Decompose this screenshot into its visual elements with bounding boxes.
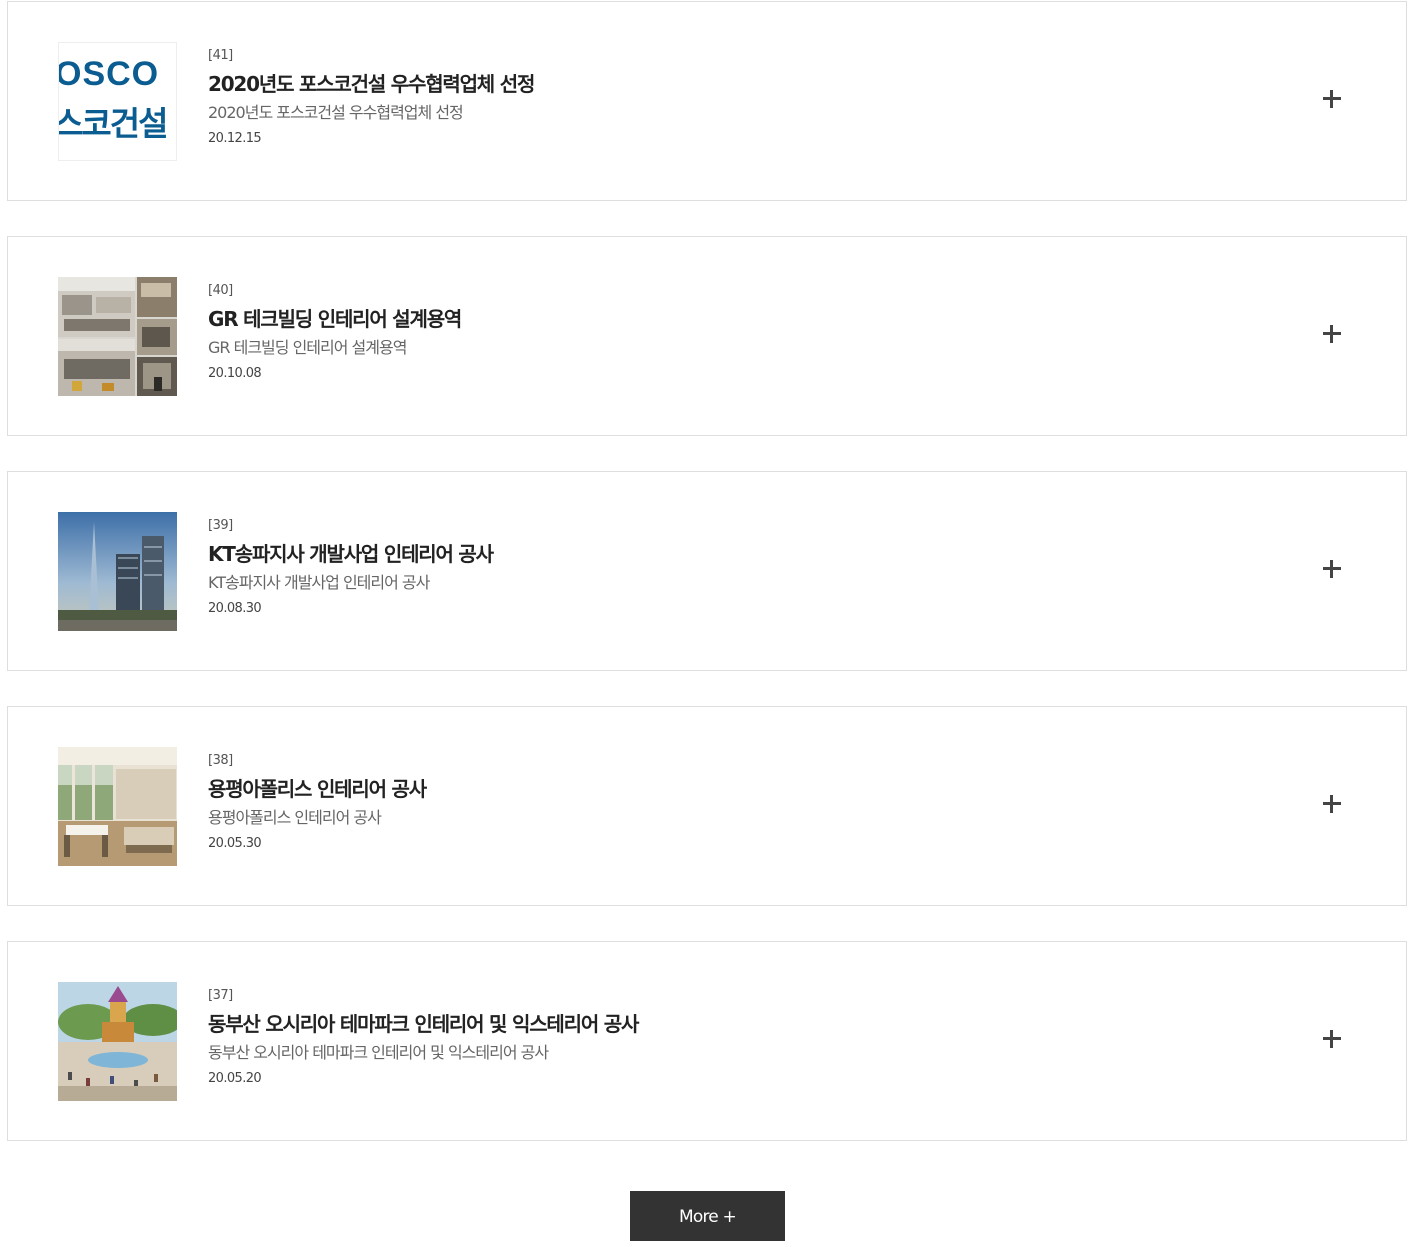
project-text: [40] GR 테크빌딩 인테리어 설계용역 GR 테크빌딩 인테리어 설계용역… xyxy=(208,282,1208,383)
project-subtitle: KT송파지사 개발사업 인테리어 공사 xyxy=(208,573,430,592)
project-number: [38] xyxy=(208,753,233,768)
project-list: OSCO 스코건설 [41] 2020년도 포스코건설 우수협력업체 선정 20… xyxy=(7,1,1407,1176)
project-text: [38] 용평아폴리스 인테리어 공사 용평아폴리스 인테리어 공사 20.05… xyxy=(208,752,1208,853)
project-date: 20.10.08 xyxy=(208,366,262,381)
theme-park-rendering-image xyxy=(58,982,177,1101)
interior-collage-image xyxy=(58,277,177,396)
project-title[interactable]: 용평아폴리스 인테리어 공사 xyxy=(208,776,1208,802)
project-date: 20.08.30 xyxy=(208,601,262,616)
project-date: 20.05.30 xyxy=(208,836,262,851)
project-thumbnail-kt-building[interactable] xyxy=(58,512,177,631)
expand-plus-icon[interactable] xyxy=(1323,560,1341,578)
project-number: [40] xyxy=(208,283,233,298)
project-card[interactable]: [40] GR 테크빌딩 인테리어 설계용역 GR 테크빌딩 인테리어 설계용역… xyxy=(7,236,1407,436)
project-title[interactable]: KT송파지사 개발사업 인테리어 공사 xyxy=(208,541,1208,567)
logo-text-top: OSCO xyxy=(59,55,159,93)
project-card[interactable]: OSCO 스코건설 [41] 2020년도 포스코건설 우수협력업체 선정 20… xyxy=(7,1,1407,201)
project-date: 20.12.15 xyxy=(208,131,262,146)
project-card[interactable]: [37] 동부산 오시리아 테마파크 인테리어 및 익스테리어 공사 동부산 오… xyxy=(7,941,1407,1141)
expand-plus-icon[interactable] xyxy=(1323,1030,1341,1048)
project-thumbnail-interior-collage[interactable] xyxy=(58,277,177,396)
project-card[interactable]: [39] KT송파지사 개발사업 인테리어 공사 KT송파지사 개발사업 인테리… xyxy=(7,471,1407,671)
project-thumbnail-living-room[interactable] xyxy=(58,747,177,866)
project-card[interactable]: [38] 용평아폴리스 인테리어 공사 용평아폴리스 인테리어 공사 20.05… xyxy=(7,706,1407,906)
project-subtitle: 용평아폴리스 인테리어 공사 xyxy=(208,808,382,827)
project-date: 20.05.20 xyxy=(208,1071,262,1086)
kt-building-rendering-image xyxy=(58,512,177,631)
more-button[interactable]: More + xyxy=(630,1191,785,1241)
project-subtitle: 2020년도 포스코건설 우수협력업체 선정 xyxy=(208,103,464,122)
project-text: [37] 동부산 오시리아 테마파크 인테리어 및 익스테리어 공사 동부산 오… xyxy=(208,987,1208,1088)
logo-text-bottom: 스코건설 xyxy=(59,104,166,143)
posco-logo-image: OSCO 스코건설 xyxy=(59,43,176,160)
project-subtitle: GR 테크빌딩 인테리어 설계용역 xyxy=(208,338,407,357)
project-title[interactable]: GR 테크빌딩 인테리어 설계용역 xyxy=(208,306,1208,332)
project-text: [39] KT송파지사 개발사업 인테리어 공사 KT송파지사 개발사업 인테리… xyxy=(208,517,1208,618)
project-title[interactable]: 2020년도 포스코건설 우수협력업체 선정 xyxy=(208,71,1208,97)
expand-plus-icon[interactable] xyxy=(1323,325,1341,343)
project-number: [37] xyxy=(208,988,233,1003)
project-text: [41] 2020년도 포스코건설 우수협력업체 선정 2020년도 포스코건설… xyxy=(208,47,1208,148)
expand-plus-icon[interactable] xyxy=(1323,90,1341,108)
project-thumbnail-theme-park[interactable] xyxy=(58,982,177,1101)
expand-plus-icon[interactable] xyxy=(1323,795,1341,813)
project-number: [39] xyxy=(208,518,233,533)
project-number: [41] xyxy=(208,48,233,63)
project-thumbnail-posco-logo[interactable]: OSCO 스코건설 xyxy=(58,42,177,161)
project-subtitle: 동부산 오시리아 테마파크 인테리어 및 익스테리어 공사 xyxy=(208,1043,549,1062)
living-room-interior-image xyxy=(58,747,177,866)
project-title[interactable]: 동부산 오시리아 테마파크 인테리어 및 익스테리어 공사 xyxy=(208,1011,1208,1037)
